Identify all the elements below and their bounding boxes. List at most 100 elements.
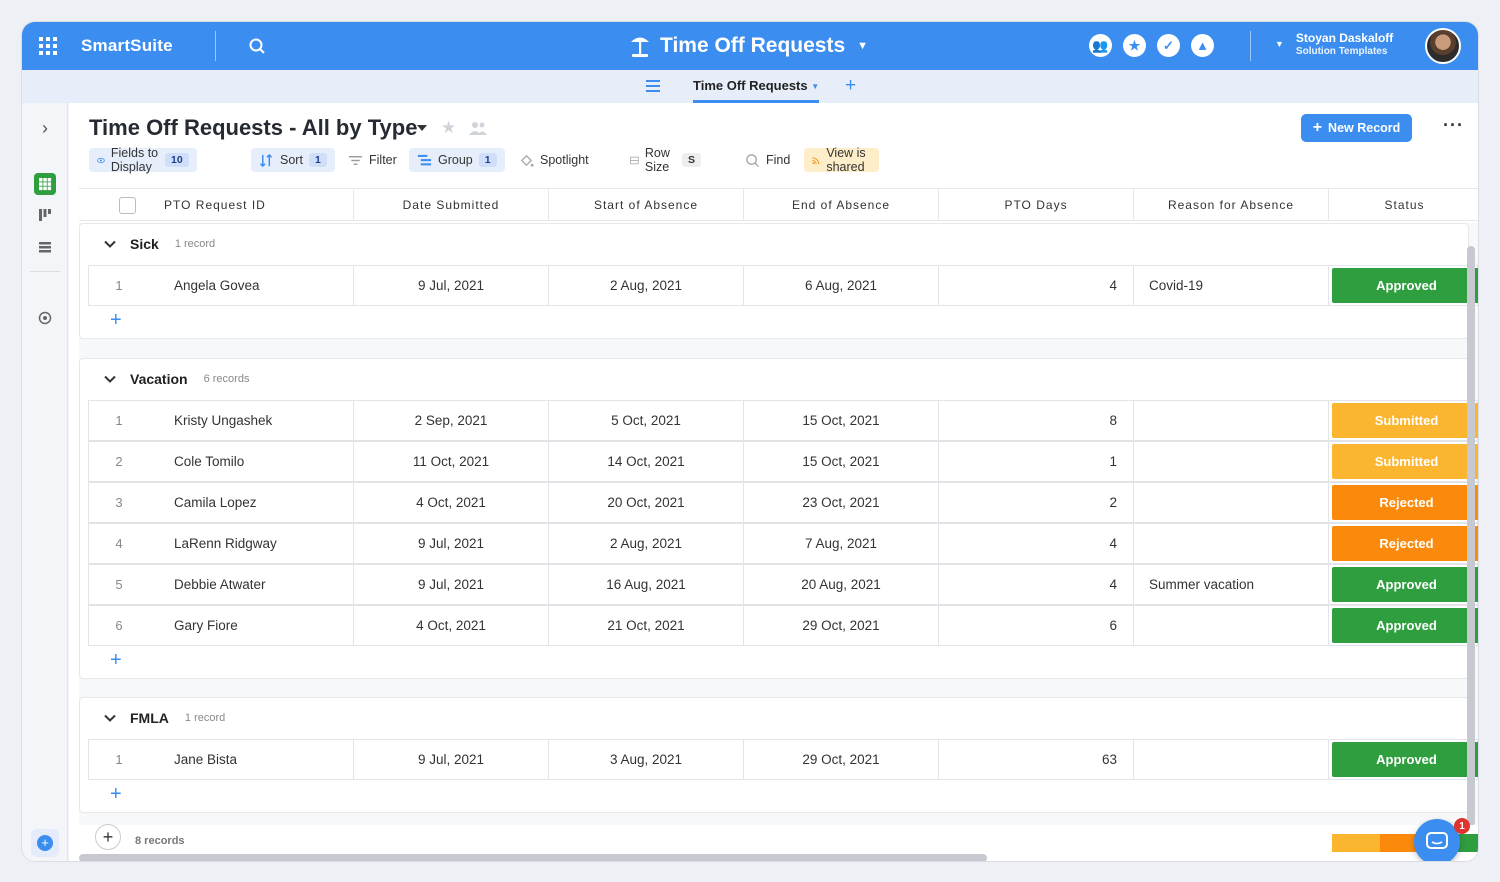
cell-end-of-absence[interactable]: 15 Oct, 2021 bbox=[744, 401, 939, 440]
cell-date-submitted[interactable]: 9 Jul, 2021 bbox=[354, 565, 549, 604]
cell-start-of-absence[interactable]: 5 Oct, 2021 bbox=[549, 401, 744, 440]
group-header[interactable]: Sick 1 record bbox=[104, 236, 215, 252]
table-row[interactable]: 3 Camila Lopez 4 Oct, 2021 20 Oct, 2021 23 O… bbox=[88, 482, 1478, 523]
select-all-checkbox[interactable] bbox=[119, 197, 136, 214]
cell-reason[interactable]: Summer vacation bbox=[1134, 565, 1329, 604]
chevron-down-icon[interactable] bbox=[104, 373, 116, 385]
chevron-down-icon[interactable] bbox=[104, 238, 116, 250]
cell-pto-days[interactable]: 1 bbox=[939, 442, 1134, 481]
add-table-icon[interactable]: + bbox=[845, 75, 856, 97]
column-header[interactable]: PTO Request ID bbox=[164, 189, 354, 221]
add-row-icon[interactable]: + bbox=[110, 783, 122, 806]
fields-to-display-button[interactable]: Fields to Display 10 bbox=[89, 146, 197, 174]
status-badge[interactable]: Approved bbox=[1332, 567, 1478, 602]
cell-date-submitted[interactable]: 9 Jul, 2021 bbox=[354, 740, 549, 779]
cell-reason[interactable] bbox=[1134, 483, 1329, 522]
cell-pto-request-id[interactable]: Angela Govea bbox=[149, 266, 354, 305]
cell-end-of-absence[interactable]: 29 Oct, 2021 bbox=[744, 740, 939, 779]
cell-reason[interactable] bbox=[1134, 401, 1329, 440]
settings-icon[interactable] bbox=[34, 307, 56, 329]
group-header[interactable]: Vacation 6 records bbox=[104, 371, 249, 387]
cell-end-of-absence[interactable]: 29 Oct, 2021 bbox=[744, 606, 939, 645]
user-menu[interactable]: ▼ Stoyan Daskaloff Solution Templates bbox=[1275, 31, 1393, 57]
spotlight-button[interactable]: Spotlight bbox=[511, 148, 597, 172]
cell-date-submitted[interactable]: 9 Jul, 2021 bbox=[354, 266, 549, 305]
cell-pto-days[interactable]: 8 bbox=[939, 401, 1134, 440]
cell-pto-request-id[interactable]: Camila Lopez bbox=[149, 483, 354, 522]
group-button[interactable]: Group 1 bbox=[409, 148, 505, 172]
cell-date-submitted[interactable]: 2 Sep, 2021 bbox=[354, 401, 549, 440]
vertical-scrollbar[interactable] bbox=[1467, 246, 1475, 826]
status-badge[interactable]: Approved bbox=[1332, 608, 1478, 643]
view-dropdown-icon[interactable] bbox=[417, 125, 427, 131]
star-icon[interactable]: ★ bbox=[441, 118, 456, 138]
cell-reason[interactable] bbox=[1134, 524, 1329, 563]
cell-pto-request-id[interactable]: LaRenn Ridgway bbox=[149, 524, 354, 563]
cell-start-of-absence[interactable]: 20 Oct, 2021 bbox=[549, 483, 744, 522]
cell-pto-request-id[interactable]: Jane Bista bbox=[149, 740, 354, 779]
status-badge[interactable]: Rejected bbox=[1332, 485, 1478, 520]
sort-button[interactable]: Sort 1 bbox=[251, 148, 335, 172]
column-header[interactable]: Date Submitted bbox=[354, 189, 549, 221]
cell-start-of-absence[interactable]: 16 Aug, 2021 bbox=[549, 565, 744, 604]
cell-date-submitted[interactable]: 4 Oct, 2021 bbox=[354, 483, 549, 522]
view-shared-button[interactable]: View is shared bbox=[804, 146, 880, 174]
avatar[interactable] bbox=[1425, 28, 1461, 64]
cell-pto-request-id[interactable]: Gary Fiore bbox=[149, 606, 354, 645]
add-row-icon[interactable]: + bbox=[110, 649, 122, 672]
table-row[interactable]: 1 Angela Govea 9 Jul, 2021 2 Aug, 2021 6 Aug… bbox=[88, 265, 1478, 306]
status-badge[interactable]: Rejected bbox=[1332, 526, 1478, 561]
app-title[interactable]: Time Off Requests ▼ bbox=[628, 32, 868, 60]
column-header[interactable]: Start of Absence bbox=[549, 189, 744, 221]
cell-pto-days[interactable]: 63 bbox=[939, 740, 1134, 779]
brand-logo[interactable]: SmartSuite bbox=[81, 36, 173, 56]
cell-pto-request-id[interactable]: Kristy Ungashek bbox=[149, 401, 354, 440]
cell-start-of-absence[interactable]: 21 Oct, 2021 bbox=[549, 606, 744, 645]
bell-icon[interactable]: ▲ bbox=[1191, 34, 1214, 57]
cell-pto-request-id[interactable]: Debbie Atwater bbox=[149, 565, 354, 604]
add-view-icon[interactable]: + bbox=[31, 829, 59, 857]
cell-end-of-absence[interactable]: 20 Aug, 2021 bbox=[744, 565, 939, 604]
add-row-icon[interactable]: + bbox=[110, 309, 122, 332]
cell-date-submitted[interactable]: 11 Oct, 2021 bbox=[354, 442, 549, 481]
users-icon[interactable] bbox=[469, 120, 487, 136]
team-icon[interactable]: 👥 bbox=[1089, 34, 1112, 57]
cell-pto-days[interactable]: 4 bbox=[939, 524, 1134, 563]
add-record-button[interactable]: + bbox=[95, 824, 121, 850]
table-row[interactable]: 5 Debbie Atwater 9 Jul, 2021 16 Aug, 2021 20… bbox=[88, 564, 1478, 605]
cell-start-of-absence[interactable]: 2 Aug, 2021 bbox=[549, 524, 744, 563]
status-badge[interactable]: Submitted bbox=[1332, 444, 1478, 479]
table-row[interactable]: 1 Jane Bista 9 Jul, 2021 3 Aug, 2021 29 Oct,… bbox=[88, 739, 1478, 780]
cell-pto-days[interactable]: 4 bbox=[939, 565, 1134, 604]
status-badge[interactable]: Submitted bbox=[1332, 403, 1478, 438]
menu-icon[interactable] bbox=[645, 78, 661, 94]
list-view-icon[interactable] bbox=[34, 236, 56, 258]
cell-pto-request-id[interactable]: Cole Tomilo bbox=[149, 442, 354, 481]
group-header[interactable]: FMLA 1 record bbox=[104, 710, 225, 726]
new-record-button[interactable]: + New Record bbox=[1301, 114, 1412, 142]
tab-time-off-requests[interactable]: Time Off Requests ▼ bbox=[693, 78, 820, 103]
grid-view-icon[interactable] bbox=[34, 173, 56, 195]
column-header[interactable]: Reason for Absence bbox=[1134, 189, 1329, 221]
row-size-button[interactable]: Row Size S bbox=[622, 146, 709, 174]
cell-pto-days[interactable]: 4 bbox=[939, 266, 1134, 305]
cell-start-of-absence[interactable]: 2 Aug, 2021 bbox=[549, 266, 744, 305]
cell-reason[interactable] bbox=[1134, 606, 1329, 645]
kanban-view-icon[interactable] bbox=[34, 204, 56, 226]
filter-button[interactable]: Filter bbox=[340, 148, 405, 172]
cell-reason[interactable] bbox=[1134, 442, 1329, 481]
table-row[interactable]: 6 Gary Fiore 4 Oct, 2021 21 Oct, 2021 29 Oct… bbox=[88, 605, 1478, 646]
cell-reason[interactable]: Covid-19 bbox=[1134, 266, 1329, 305]
cell-date-submitted[interactable]: 4 Oct, 2021 bbox=[354, 606, 549, 645]
cell-start-of-absence[interactable]: 14 Oct, 2021 bbox=[549, 442, 744, 481]
check-icon[interactable]: ✓ bbox=[1157, 34, 1180, 57]
cell-reason[interactable] bbox=[1134, 740, 1329, 779]
column-header[interactable]: End of Absence bbox=[744, 189, 939, 221]
cell-end-of-absence[interactable]: 15 Oct, 2021 bbox=[744, 442, 939, 481]
cell-end-of-absence[interactable]: 23 Oct, 2021 bbox=[744, 483, 939, 522]
cell-end-of-absence[interactable]: 7 Aug, 2021 bbox=[744, 524, 939, 563]
table-row[interactable]: 1 Kristy Ungashek 2 Sep, 2021 5 Oct, 2021 15… bbox=[88, 400, 1478, 441]
cell-pto-days[interactable]: 2 bbox=[939, 483, 1134, 522]
cell-date-submitted[interactable]: 9 Jul, 2021 bbox=[354, 524, 549, 563]
search-icon[interactable] bbox=[248, 37, 266, 55]
